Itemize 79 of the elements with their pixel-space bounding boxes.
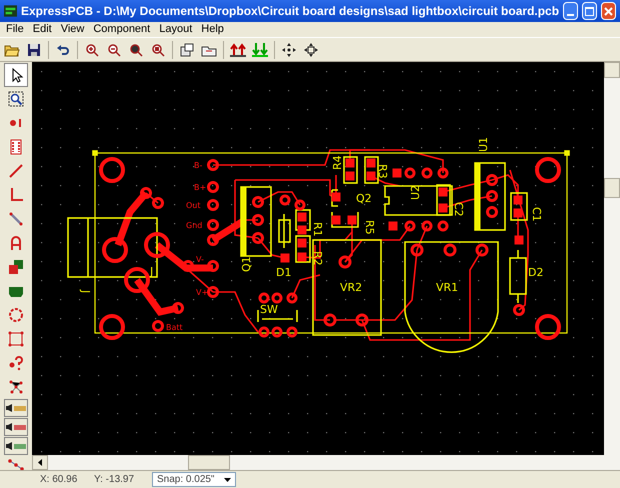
component-label: SW [260,303,278,316]
component-label: R3 [376,164,389,179]
maximize-button[interactable] [582,2,598,20]
menu-item[interactable]: Help [197,21,228,38]
component-label: J [79,290,92,294]
component-label: Batt [166,323,183,332]
menu-item[interactable]: Layout [155,21,196,38]
left-arrow-icon [38,459,42,466]
component-label: Q1 [240,256,253,272]
zoom-previous-icon [150,42,166,58]
component-label: D2 [528,266,544,279]
rectangle-icon [8,331,24,347]
zoom-window-icon [8,91,24,107]
tool-button[interactable] [4,63,28,87]
line-icon [8,211,24,227]
component-label: B- [194,161,202,170]
speaker-icon [6,404,12,412]
maximize-icon [585,6,594,16]
menu-item[interactable]: File [2,21,28,38]
vertical-scrollbar[interactable] [604,62,620,455]
component-icon [8,139,24,155]
component-label: R4 [331,155,344,170]
component-label: Gnd [186,221,202,230]
scroll-thumb[interactable] [604,178,620,198]
circle-icon [8,307,24,323]
net-icon [8,379,24,395]
pcb-canvas[interactable]: U1 R4 R3 B- B+ U2 Q2 C2 C1 Out R5 R1 Gnd R2 V- Q1 J D1 D2 J V+ VR2 VR1 SW Batt [32,62,604,455]
component-label: VR2 [340,281,362,294]
close-button[interactable] [601,2,616,20]
dropdown-arrow-icon [224,478,231,482]
trace-icon [8,163,24,179]
zoom-fit-icon [128,42,144,58]
scroll-left-button[interactable] [32,455,48,470]
component-label: B+ [194,183,206,192]
snap-dropdown[interactable]: Snap: 0.025" [152,472,236,487]
overlapping-squares-icon [8,259,24,275]
corner-trace-icon [8,187,24,203]
layer-toggle-button[interactable] [4,399,28,417]
component-label: U2 [409,184,422,200]
speaker-icon [6,442,12,450]
component-label: VR1 [436,281,458,294]
minimize-button[interactable] [563,2,578,20]
window-title: ExpressPCB - D:\My Documents\Dropbox\Circuit board designs\sad lightbox\circuit board.pcb [20,3,560,20]
x-coordinate: X: 60.96 [40,473,78,487]
y-coordinate: Y: -13.97 [94,473,136,487]
save-icon [26,42,42,58]
component-label: V- [196,255,204,264]
close-icon [604,6,614,16]
component-label: V+ [196,288,208,297]
connection-icon [8,459,24,471]
scroll-thumb[interactable] [188,455,230,470]
layer-toggle-button[interactable] [4,418,28,436]
menu-item[interactable]: Edit [28,21,56,38]
move-arrows-icon [281,42,297,58]
component-label: R1 [311,222,324,237]
component-label: R5 [363,220,376,235]
move-center-icon [303,42,319,58]
component-label: C2 [452,202,465,217]
component-label: U1 [477,136,490,152]
minimize-icon [567,14,574,16]
bottom-layer-icon [252,42,268,58]
zoom-in-icon [84,42,100,58]
menu-item[interactable]: View [56,21,88,38]
component-label: D1 [276,266,292,279]
zoom-out-icon [106,42,122,58]
component-label: J [150,265,154,278]
pad-question-icon [8,355,24,371]
component-label: R2 [311,251,324,266]
text-tool-icon [8,235,24,251]
layer-toggle-button[interactable] [4,437,28,455]
component-label: Q2 [356,192,372,205]
component-label: C1 [530,207,543,222]
speaker-icon [6,423,12,431]
app-icon [4,4,17,18]
top-layer-icon [230,42,246,58]
horizontal-scrollbar[interactable] [32,455,620,470]
menu-item[interactable]: Component [89,21,154,38]
component-label: Out [186,201,201,210]
component-library-icon [179,42,195,58]
